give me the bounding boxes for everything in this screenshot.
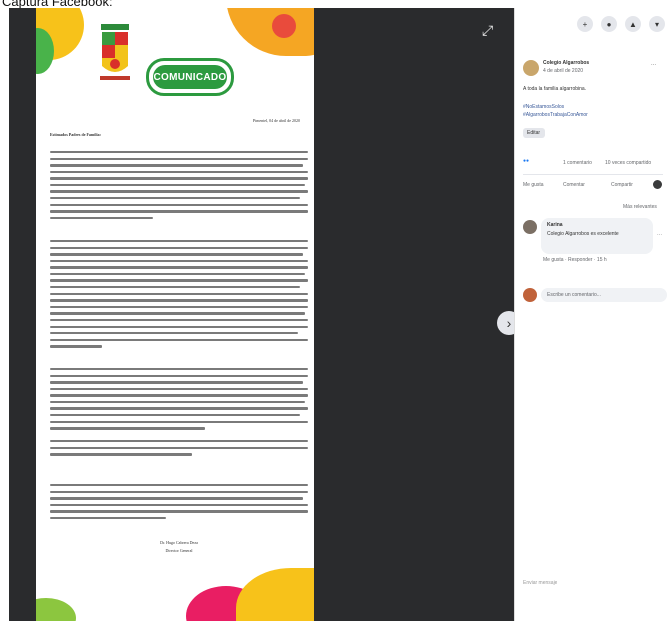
paragraph-3 [50, 368, 308, 436]
post-text-1: A toda la familia algarrobina. [523, 86, 587, 92]
shares-count[interactable]: 10 veces compartido [605, 160, 651, 166]
comment-options-icon[interactable]: ··· [657, 232, 662, 238]
banner-text: COMUNICADO [153, 65, 227, 89]
user-mini-avatar [653, 180, 662, 189]
like-button[interactable]: Me gusta [523, 182, 544, 188]
doc-date: Pimentel, 04 de abril de 2020 [252, 118, 300, 123]
doc-greeting: Estimados Padres de Familia: [50, 132, 101, 137]
signature-title: Director General [165, 548, 193, 553]
header-icons: + ● ▲ ▾ [577, 16, 665, 32]
commenter-avatar[interactable] [523, 220, 537, 234]
photo-viewer: COMUNICADO Pimentel, 04 de abril de 2020… [9, 8, 514, 621]
comment-button[interactable]: Comentar [563, 182, 585, 188]
communique-image: COMUNICADO Pimentel, 04 de abril de 2020… [36, 8, 314, 621]
decor-green-bottom [36, 598, 76, 621]
decor-yellow-bottom [236, 568, 314, 621]
decor-red-dot [272, 14, 296, 38]
share-button[interactable]: Compartir [611, 182, 633, 188]
current-user-avatar [523, 288, 537, 302]
next-photo-button[interactable]: › [497, 311, 514, 335]
bell-icon[interactable]: ▲ [625, 16, 641, 32]
add-icon[interactable]: + [577, 16, 593, 32]
messenger-icon[interactable]: ● [601, 16, 617, 32]
page-avatar[interactable] [523, 60, 539, 76]
signature-name: Dr. Hugo Cabrera Deza [160, 540, 198, 545]
paragraph-2 [50, 240, 308, 360]
comment-input[interactable]: Escribe un comentario... [541, 288, 667, 302]
post-text-2[interactable]: #NoEstamosSolos [523, 104, 564, 110]
page-name[interactable]: Colegio Algarrobos [543, 60, 589, 66]
sort-comments[interactable]: Más relevantes [623, 204, 657, 210]
school-crest-logo [100, 24, 130, 80]
menu-chevron-icon[interactable]: ▾ [649, 16, 665, 32]
expand-icon[interactable]: ⤢ [482, 22, 500, 40]
paragraph-4 [50, 440, 308, 462]
send-message-footer[interactable]: Enviar mensaje [523, 580, 557, 586]
post-text-3[interactable]: #AlgarrobosTrabajaConAmor [523, 112, 588, 118]
paragraph-1 [50, 151, 308, 231]
decor-orange-blob [226, 8, 314, 56]
reactions-icon[interactable]: ●● [523, 158, 529, 164]
post-side-panel: + ● ▲ ▾ Colegio Algarrobos 4 de abril de… [514, 8, 670, 621]
comments-count[interactable]: 1 comentario [563, 160, 592, 166]
post-time[interactable]: 4 de abril de 2020 [543, 68, 583, 74]
post-options-icon[interactable]: ··· [651, 62, 656, 68]
divider [523, 174, 663, 175]
comment-actions[interactable]: Me gusta · Responder · 15 h [543, 257, 607, 263]
paragraph-5 [50, 484, 308, 524]
comment-bubble: Karina Colegio Algarrobos es excelente [541, 218, 653, 254]
communique-banner: COMUNICADO [146, 58, 234, 96]
edit-button[interactable]: Editar [523, 128, 545, 138]
